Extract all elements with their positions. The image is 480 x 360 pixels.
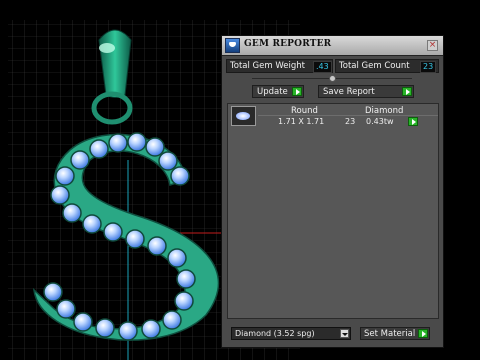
collapse-handle[interactable] bbox=[329, 75, 336, 82]
save-report-button-label: Save Report bbox=[323, 87, 375, 97]
gem-list: Round Diamond 1.71 X 1.71 23 0.43tw bbox=[227, 103, 439, 319]
update-button[interactable]: Update bbox=[252, 85, 304, 98]
update-button-label: Update bbox=[257, 87, 288, 97]
material-select-value: Diamond (3.52 spg) bbox=[235, 329, 315, 338]
total-gem-count-label: Total Gem Count bbox=[339, 61, 410, 71]
gem-weight-cell: 0.43tw bbox=[366, 117, 394, 126]
set-material-play-icon bbox=[418, 329, 428, 338]
total-gem-count-field: Total Gem Count 23 bbox=[335, 59, 439, 73]
total-gem-weight-field: Total Gem Weight .43 bbox=[226, 59, 333, 73]
gem-count-cell: 23 bbox=[345, 117, 356, 126]
material-select[interactable]: Diamond (3.52 spg) bbox=[231, 327, 351, 340]
set-material-button[interactable]: Set Material bbox=[360, 327, 430, 340]
round-gem-icon[interactable] bbox=[231, 106, 256, 126]
window-title: GEM REPORTER bbox=[244, 39, 332, 49]
save-report-button[interactable]: Save Report bbox=[318, 85, 414, 98]
update-play-icon bbox=[292, 87, 302, 96]
total-gem-count-value: 23 bbox=[420, 61, 437, 73]
total-gem-weight-label: Total Gem Weight bbox=[230, 61, 305, 71]
title-bar[interactable]: GEM REPORTER × bbox=[222, 36, 443, 56]
chevron-down-icon[interactable] bbox=[340, 329, 349, 338]
save-report-play-icon bbox=[402, 87, 412, 96]
gem-size-cell: 1.71 X 1.71 bbox=[278, 117, 325, 126]
total-gem-weight-value: .43 bbox=[313, 61, 332, 73]
header-divider bbox=[258, 115, 438, 116]
set-material-button-label: Set Material bbox=[364, 329, 416, 339]
gem-reporter-app-icon bbox=[225, 38, 240, 53]
close-icon[interactable]: × bbox=[427, 40, 438, 51]
gem-reporter-panel: GEM REPORTER × Total Gem Weight .43 Tota… bbox=[221, 35, 444, 348]
row-play-icon[interactable] bbox=[408, 117, 418, 126]
